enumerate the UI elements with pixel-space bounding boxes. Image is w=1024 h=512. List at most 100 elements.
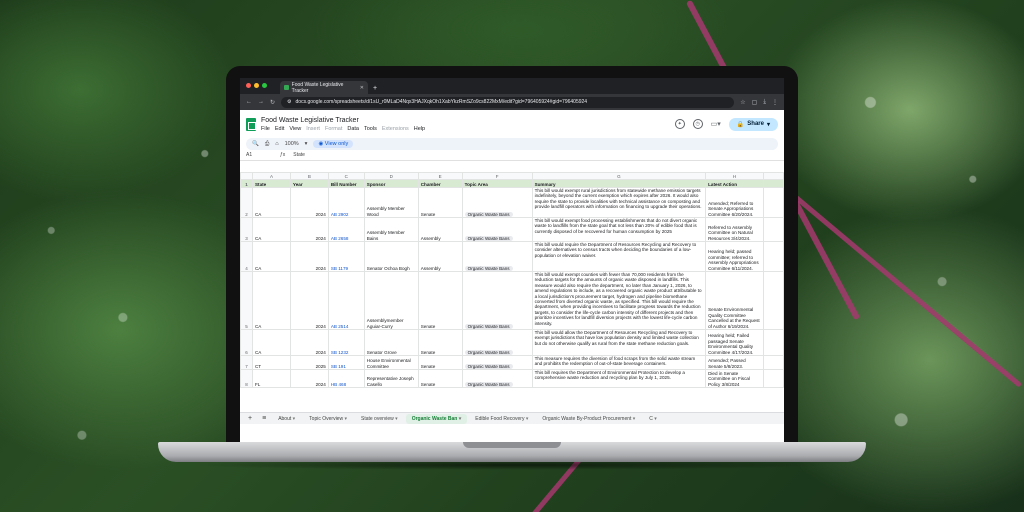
- sheet-tab-edible-food-recovery[interactable]: Edible Food Recovery: [469, 414, 534, 424]
- bill-link[interactable]: SB 191: [331, 364, 346, 369]
- sheet-tab-organic-waste-by-product[interactable]: Organic Waste By-Product Procurement: [536, 414, 641, 424]
- bill-link[interactable]: SB 1232: [331, 350, 349, 355]
- share-button[interactable]: 🔒 Share ▾: [728, 117, 778, 131]
- blank-cell[interactable]: [762, 187, 784, 218]
- row-number[interactable]: 8: [240, 369, 253, 388]
- column-header[interactable]: D: [363, 172, 419, 180]
- close-window-button[interactable]: [246, 83, 251, 88]
- bill-link[interactable]: HB 468: [331, 382, 346, 387]
- chamber-cell[interactable]: Senate: [417, 369, 463, 388]
- browser-menu-icon[interactable]: ⋮: [772, 99, 778, 106]
- blank-cell[interactable]: [762, 217, 784, 242]
- header-cell[interactable]: Topic Area: [461, 179, 533, 188]
- year-cell[interactable]: 2024: [289, 217, 329, 242]
- header-cell[interactable]: Summary: [531, 179, 707, 188]
- zoom-select[interactable]: 100%: [285, 141, 299, 147]
- summary-cell[interactable]: This measure requires the diversion of f…: [531, 355, 707, 370]
- menu-insert[interactable]: Insert: [306, 126, 320, 132]
- topic-cell[interactable]: Organic Waste Bans: [461, 187, 533, 218]
- bill-number-cell[interactable]: AB 2514: [327, 271, 365, 330]
- chamber-cell[interactable]: Senate: [417, 271, 463, 330]
- state-cell[interactable]: CA: [251, 217, 291, 242]
- topic-chip[interactable]: Organic Waste Bans: [464, 381, 513, 387]
- state-cell[interactable]: CT: [251, 355, 291, 370]
- sheet-tab-topic-overview[interactable]: Topic Overview: [303, 414, 353, 424]
- sponsor-cell[interactable]: Representative Joseph Casello: [363, 369, 419, 388]
- browser-tab[interactable]: Food Waste Legislative Tracker ✕: [280, 81, 368, 94]
- topic-cell[interactable]: Organic Waste Bans: [461, 241, 533, 272]
- header-cell[interactable]: Year: [289, 179, 329, 188]
- paint-format-icon[interactable]: ⌂: [275, 141, 278, 147]
- add-sheet-button[interactable]: +: [244, 415, 256, 422]
- topic-cell[interactable]: Organic Waste Bans: [461, 271, 533, 330]
- chamber-cell[interactable]: Senate: [417, 355, 463, 370]
- gemini-icon[interactable]: ✦: [674, 119, 685, 129]
- header-cell[interactable]: Chamber: [417, 179, 463, 188]
- menu-format[interactable]: Format: [325, 126, 342, 132]
- summary-cell[interactable]: This bill would allow the Department of …: [531, 329, 707, 356]
- chamber-cell[interactable]: Senate: [417, 187, 463, 218]
- reload-icon[interactable]: ↻: [270, 99, 275, 106]
- sponsor-cell[interactable]: Assembly Member Wood: [363, 187, 419, 218]
- state-cell[interactable]: FL: [251, 369, 291, 388]
- column-header[interactable]: B: [289, 172, 329, 180]
- new-tab-button[interactable]: +: [373, 85, 377, 92]
- blank-cell[interactable]: [762, 179, 784, 188]
- sponsor-cell[interactable]: House Environmental Committee: [363, 355, 419, 370]
- summary-cell[interactable]: This bill would exempt rural jurisdictio…: [531, 187, 707, 218]
- row-number[interactable]: 2: [240, 187, 253, 218]
- menu-data[interactable]: Data: [347, 126, 359, 132]
- close-tab-icon[interactable]: ✕: [360, 85, 364, 91]
- menu-tools[interactable]: Tools: [364, 126, 377, 132]
- bill-number-cell[interactable]: SB 1179: [327, 241, 365, 272]
- menu-help[interactable]: Help: [414, 126, 425, 132]
- maximize-window-button[interactable]: [262, 83, 267, 88]
- row-number[interactable]: 3: [240, 217, 253, 242]
- latest-action-cell[interactable]: Amended; Referred to Senate Appropriatio…: [705, 187, 764, 218]
- bill-link[interactable]: AB 2658: [331, 236, 349, 241]
- row-number[interactable]: 4: [240, 241, 253, 272]
- topic-chip[interactable]: Organic Waste Bans: [464, 363, 513, 369]
- row-number[interactable]: 7: [240, 355, 253, 370]
- topic-chip[interactable]: Organic Waste Bans: [464, 265, 513, 271]
- bill-link[interactable]: AB 2902: [331, 212, 349, 217]
- bill-number-cell[interactable]: HB 468: [327, 369, 365, 388]
- summary-cell[interactable]: This bill would exempt food processing e…: [531, 217, 707, 242]
- column-header[interactable]: E: [417, 172, 463, 180]
- topic-chip[interactable]: Organic Waste Bans: [464, 349, 513, 355]
- row-number[interactable]: 6: [240, 329, 253, 356]
- site-info-icon[interactable]: ⚙: [287, 99, 291, 105]
- menu-extensions[interactable]: Extensions: [382, 126, 409, 132]
- select-all-corner[interactable]: [240, 172, 253, 180]
- year-cell[interactable]: 2024: [289, 369, 329, 388]
- sheet-tab-organic-waste-ban[interactable]: Organic Waste Ban: [405, 413, 468, 424]
- bill-number-cell[interactable]: SB 1232: [327, 329, 365, 356]
- bill-link[interactable]: SB 1179: [331, 266, 348, 271]
- sponsor-cell[interactable]: Senator Ochoa Bogh: [363, 241, 419, 272]
- latest-action-cell[interactable]: Hearing held; passed committee; referred…: [705, 241, 764, 272]
- print-icon[interactable]: ⎙: [265, 141, 269, 148]
- chevron-down-icon[interactable]: ▾: [305, 141, 308, 147]
- latest-action-cell[interactable]: Senate Environmental Quality Committee C…: [705, 271, 764, 330]
- menu-view[interactable]: View: [289, 126, 301, 132]
- spreadsheet-grid[interactable]: A B C D E F G H 1 State Year Bill Number…: [240, 172, 784, 412]
- header-cell[interactable]: Bill Number: [327, 179, 365, 188]
- header-cell[interactable]: State: [251, 179, 291, 188]
- doc-title[interactable]: Food Waste Legislative Tracker: [261, 117, 425, 124]
- sponsor-cell[interactable]: Senator Grove: [363, 329, 419, 356]
- column-header[interactable]: G: [531, 172, 707, 180]
- header-cell[interactable]: Sponsor: [363, 179, 419, 188]
- meet-icon[interactable]: ▭▾: [711, 120, 721, 128]
- blank-cell[interactable]: [762, 329, 784, 356]
- bill-number-cell[interactable]: SB 191: [327, 355, 365, 370]
- column-header[interactable]: H: [705, 172, 764, 180]
- state-cell[interactable]: CA: [251, 241, 291, 272]
- summary-cell[interactable]: This bill requires the Department of Env…: [531, 369, 707, 388]
- latest-action-cell[interactable]: Referred to Assembly Committee on Natura…: [705, 217, 764, 242]
- download-icon[interactable]: ⤓: [763, 99, 766, 106]
- year-cell[interactable]: 2024: [289, 329, 329, 356]
- blank-cell[interactable]: [762, 271, 784, 330]
- state-cell[interactable]: CA: [251, 329, 291, 356]
- row-number[interactable]: 1: [240, 179, 253, 188]
- header-cell[interactable]: Latest Action: [705, 179, 764, 188]
